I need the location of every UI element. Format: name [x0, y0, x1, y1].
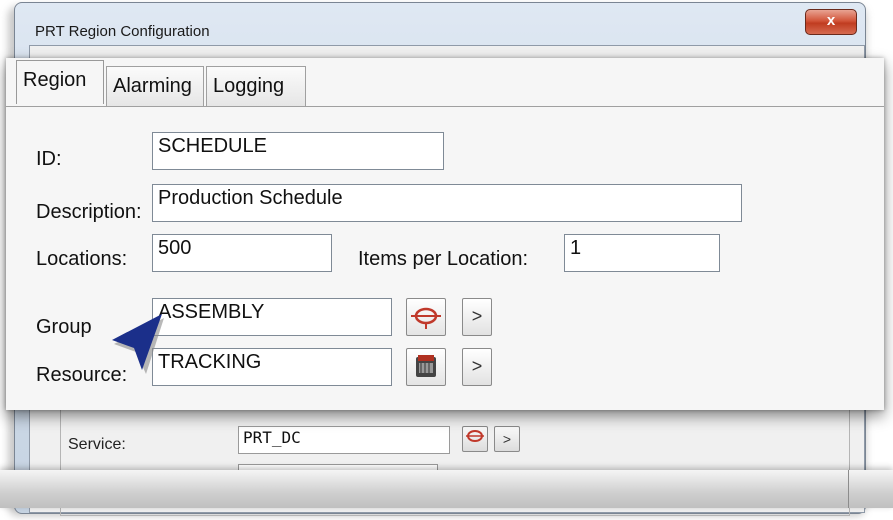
group-label: Group	[36, 316, 92, 338]
group-field[interactable]: ASSEMBLY	[152, 298, 392, 336]
resource-field[interactable]: TRACKING	[152, 348, 392, 386]
group-browse-button[interactable]	[406, 298, 446, 336]
window-title: PRT Region Configuration	[35, 23, 210, 40]
service-label: Service:	[68, 436, 126, 453]
resource-browse-icon	[416, 355, 436, 377]
tab-logging[interactable]: Logging	[206, 66, 306, 106]
service-field[interactable]: PRT_DC	[238, 426, 450, 454]
bottom-bar	[0, 470, 893, 508]
tab-region-label: Region	[23, 69, 87, 91]
close-button[interactable]: x	[805, 9, 857, 35]
locations-field[interactable]: 500	[152, 234, 332, 272]
resource-arrow-button[interactable]: >	[462, 348, 492, 386]
id-label: ID:	[36, 148, 62, 170]
tab-region[interactable]: Region	[16, 60, 104, 104]
items-per-location-field[interactable]: 1	[564, 234, 720, 272]
description-field[interactable]: Production Schedule	[152, 184, 742, 222]
description-label: Description:	[36, 201, 142, 223]
tab-logging-label: Logging	[213, 75, 285, 97]
service-browse-button[interactable]	[462, 426, 488, 452]
id-field[interactable]: SCHEDULE	[152, 132, 444, 170]
locations-label: Locations:	[36, 248, 128, 270]
group-browse-icon	[466, 430, 484, 442]
group-browse-icon	[411, 307, 441, 329]
resource-browse-button[interactable]	[406, 348, 446, 386]
group-arrow-button[interactable]: >	[462, 298, 492, 336]
bottom-bar-edge	[848, 470, 878, 508]
service-arrow-button[interactable]: >	[494, 426, 520, 452]
tab-alarming-label: Alarming	[113, 75, 192, 97]
tab-divider	[6, 106, 884, 107]
pointer-arrow-icon	[112, 314, 164, 374]
tab-alarming[interactable]: Alarming	[106, 66, 204, 106]
items-per-location-label: Items per Location:	[358, 248, 529, 270]
